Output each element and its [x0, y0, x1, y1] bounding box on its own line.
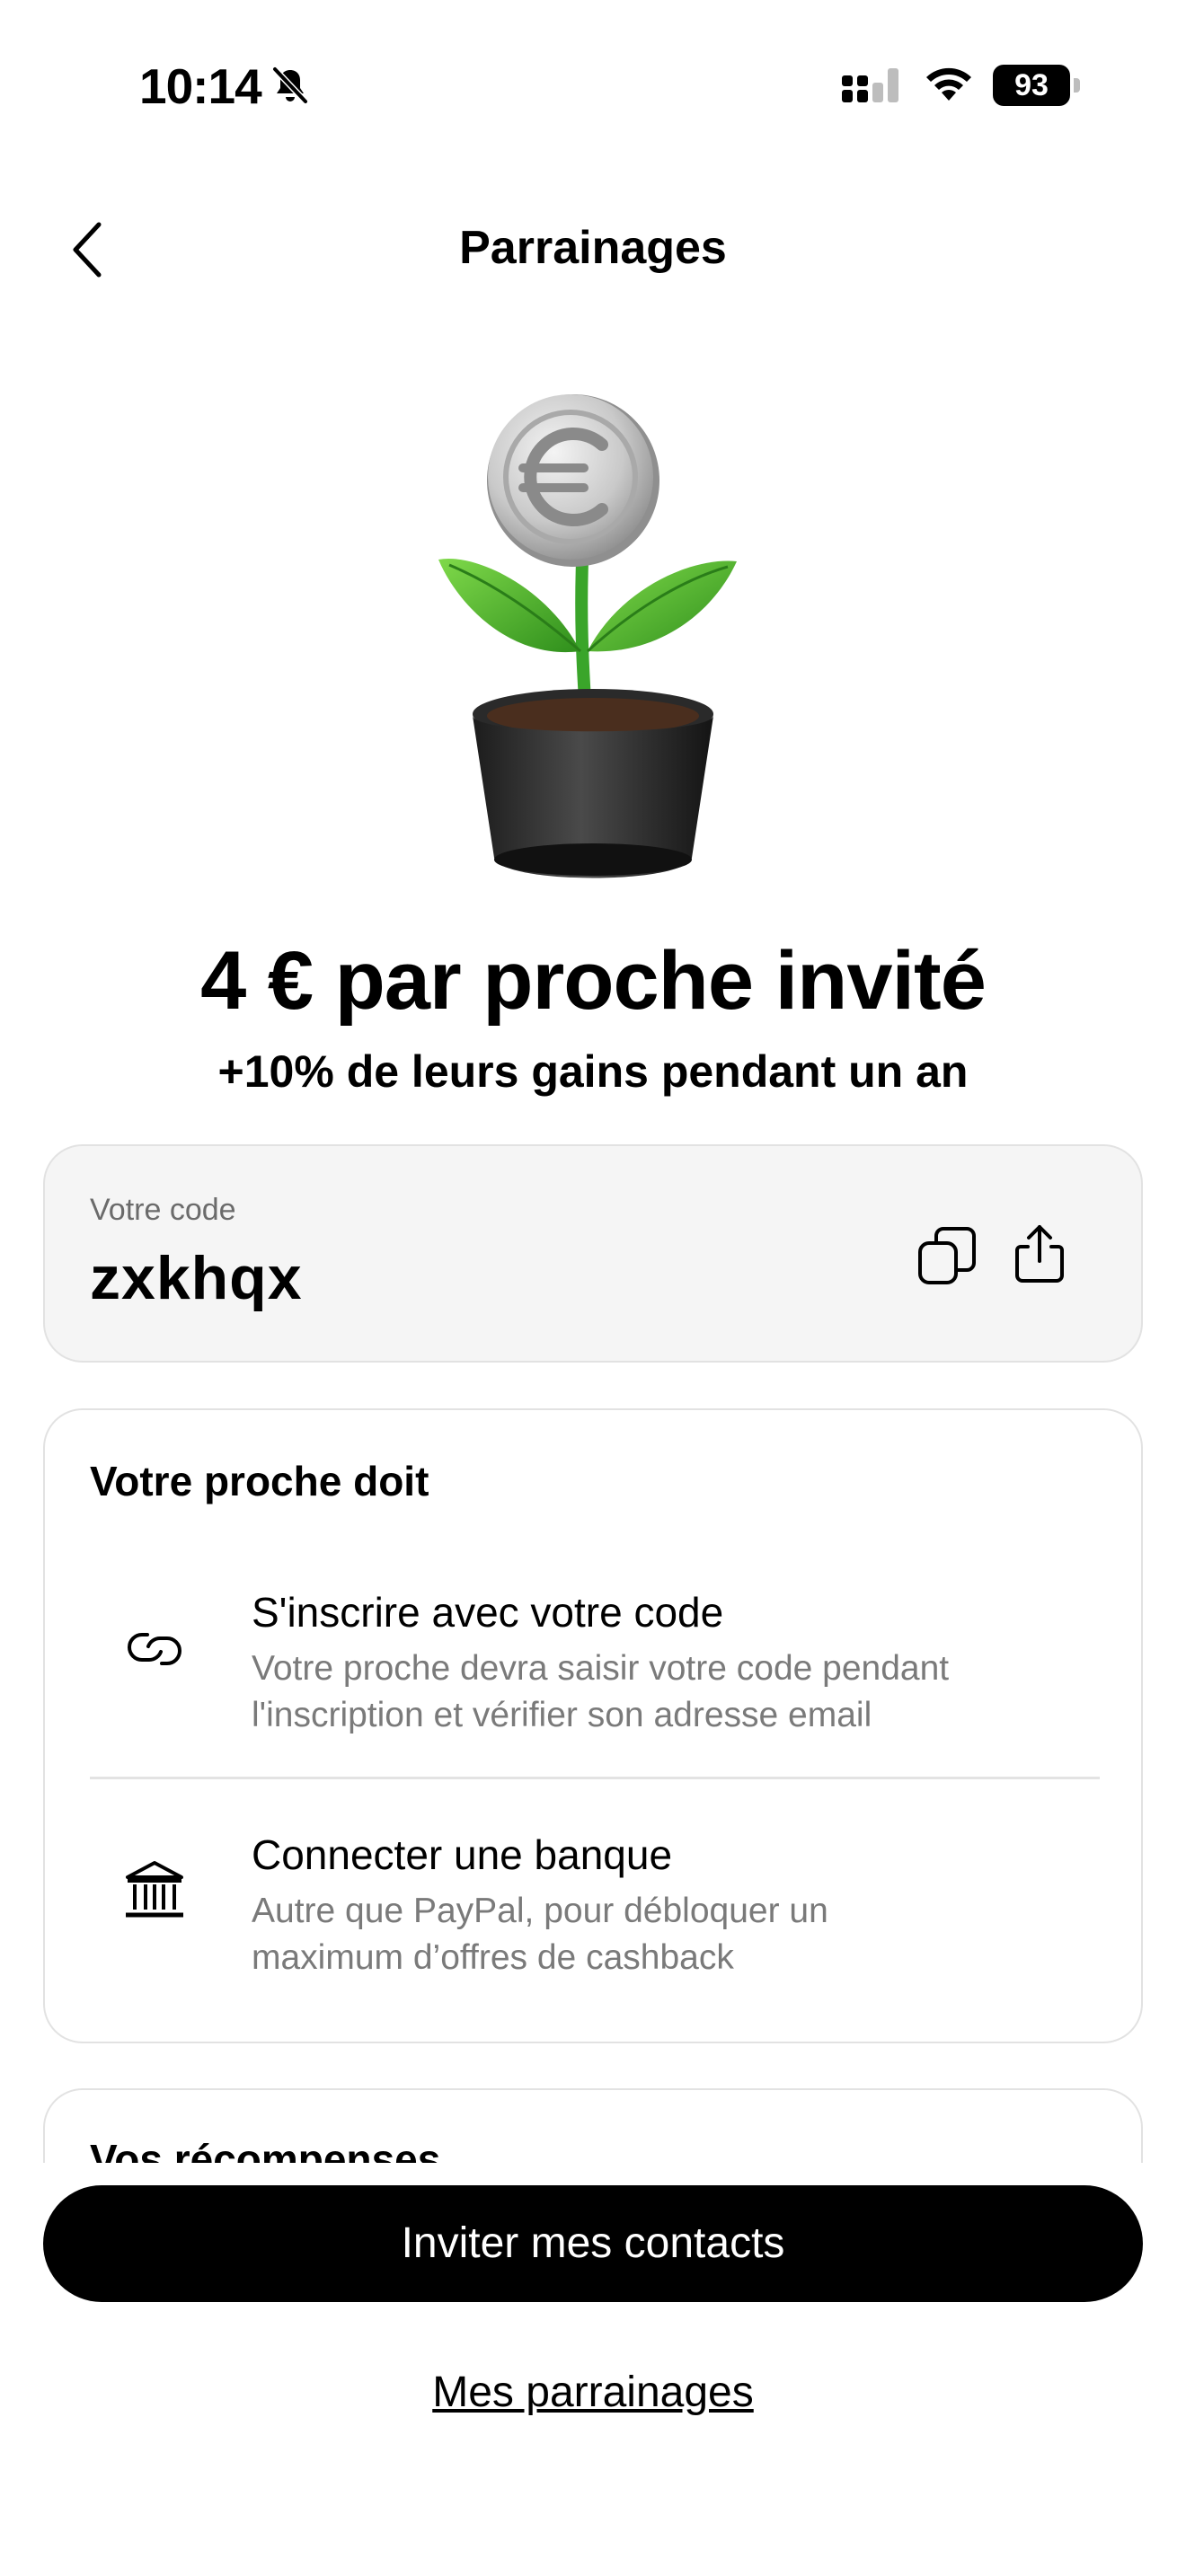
bank-icon — [126, 1861, 183, 1918]
plant-with-euro-coin-illustration — [438, 394, 737, 878]
copy-icon[interactable] — [915, 1223, 981, 1290]
bell-slash-icon — [272, 66, 308, 104]
referral-code-card: Votre code zxkhqx — [43, 1144, 1143, 1363]
steps-title: Votre proche doit — [90, 1458, 429, 1504]
code-label: Votre code — [90, 1193, 236, 1227]
cellular-signal-icon — [842, 68, 898, 102]
battery-level: 93 — [993, 65, 1070, 106]
step-description: maximum d’offres de cashback — [252, 1938, 734, 1977]
status-time: 10:14 — [139, 58, 262, 114]
referral-code: zxkhqx — [90, 1244, 303, 1312]
step-title: S'inscrire avec votre code — [252, 1589, 724, 1636]
step-description: Votre proche devra saisir votre code pen… — [252, 1649, 950, 1688]
link-icon — [128, 1633, 181, 1665]
headline: 4 € par proche invité — [200, 935, 987, 1027]
battery-icon: 93 — [993, 65, 1083, 106]
referral-page: 10:14 93 Parrainages 4 € par proche invi… — [0, 0, 1186, 2576]
battery-tip — [1074, 78, 1080, 93]
steps-card: Votre proche doit S'inscrire avec votre … — [43, 1408, 1143, 2043]
share-icon[interactable] — [1006, 1220, 1073, 1286]
divider — [90, 1777, 1100, 1779]
page-title: Parrainages — [459, 222, 727, 274]
invite-contacts-button[interactable]: Inviter mes contacts — [43, 2185, 1143, 2302]
step-description: Autre que PayPal, pour débloquer un — [252, 1892, 828, 1930]
status-bar: 10:14 93 — [0, 0, 1186, 171]
step-title: Connecter une banque — [252, 1831, 673, 1878]
my-referrals-link[interactable]: Mes parrainages — [0, 2368, 1186, 2417]
step-description: l'inscription et vérifier son adresse em… — [252, 1696, 872, 1734]
subheadline: +10% de leurs gains pendant un an — [217, 1046, 969, 1097]
wifi-icon — [926, 67, 971, 101]
